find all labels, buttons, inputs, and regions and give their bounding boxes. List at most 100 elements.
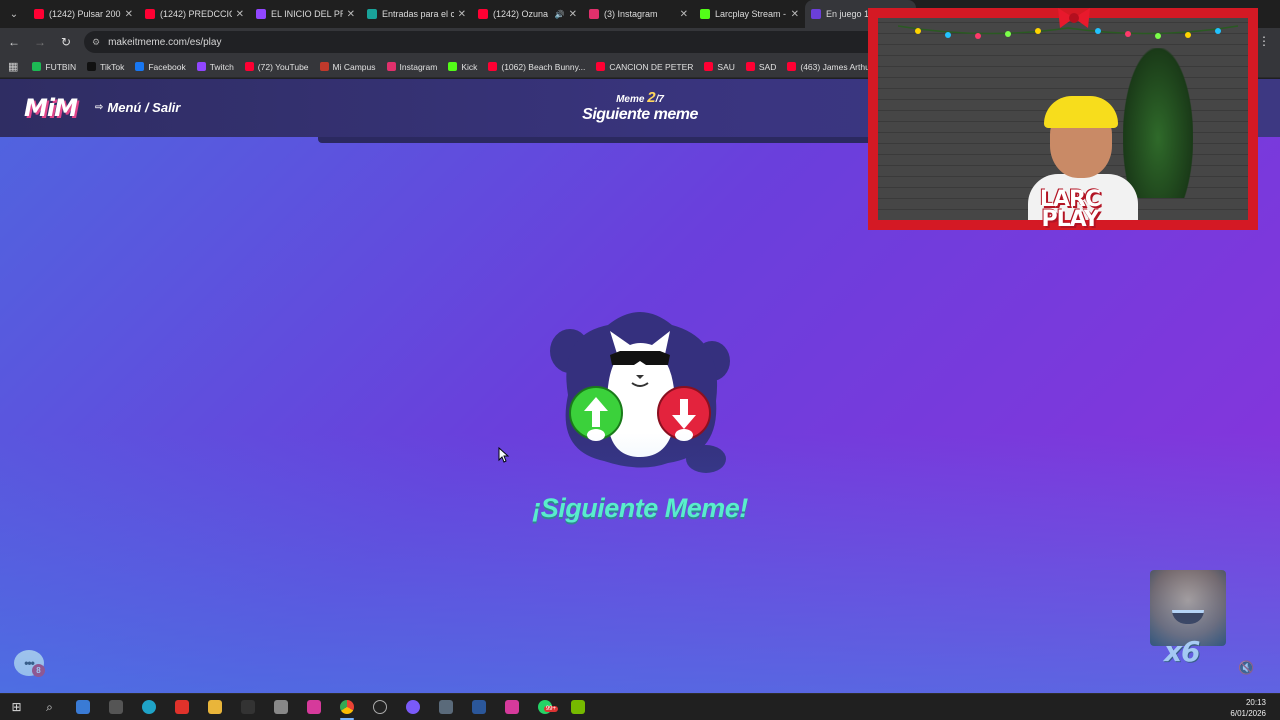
tab-close-icon[interactable]: ✕ — [458, 9, 466, 20]
bookmark-item[interactable]: Instagram — [386, 61, 438, 72]
nvidia-icon[interactable] — [561, 694, 594, 720]
bookmark-favicon-icon — [704, 62, 714, 71]
whatsapp-badge: 99+ — [543, 705, 558, 712]
address-bar[interactable]: ⚙ makeitmeme.com/es/play — [84, 31, 884, 53]
browser-tab[interactable]: EL INICIO DEL PR ✕ — [250, 0, 361, 28]
bookmark-favicon-icon — [244, 62, 254, 71]
meme-counter: Meme 2/7 — [560, 89, 720, 106]
tab-close-icon[interactable]: ✕ — [347, 9, 355, 20]
larcplay-logo: LARC PLAY — [1039, 187, 1101, 232]
bookmark-label: SAU — [717, 61, 735, 72]
bookmark-label: (1062) Beach Bunny... — [501, 61, 586, 72]
bookmark-item[interactable]: TikTok — [87, 62, 124, 72]
tab-audio-icon[interactable]: 🔊 — [555, 10, 565, 19]
clock-time: 20:13 — [1245, 698, 1266, 707]
streamer-webcam-overlay: LARC PLAY — [868, 8, 1258, 232]
browser-tab[interactable]: (1242) Pulsar 200 ✕ — [28, 0, 139, 28]
meme-counter-total: /7 — [655, 94, 664, 105]
chrome-icon[interactable] — [330, 694, 363, 720]
browser-tab[interactable]: Larcplay Stream - ✕ — [694, 0, 805, 28]
edge-icon[interactable] — [132, 694, 165, 720]
search-icon[interactable]: ⌕ — [33, 694, 66, 720]
mouse-cursor-icon — [498, 447, 510, 463]
word-icon[interactable] — [462, 694, 495, 720]
bookmark-favicon-icon — [87, 62, 97, 71]
pink-app-2-icon[interactable] — [495, 694, 528, 720]
tab-close-icon[interactable]: ✕ — [569, 9, 577, 20]
bookmark-item[interactable]: Twitch — [196, 62, 234, 72]
back-icon[interactable]: ← — [2, 30, 26, 54]
bookmark-favicon-icon — [386, 62, 396, 71]
round-title: Siguiente meme — [582, 106, 698, 123]
bookmark-favicon-icon — [32, 62, 42, 71]
bookmark-favicon-icon — [448, 62, 458, 71]
site-info-icon[interactable]: ⚙ — [92, 37, 100, 48]
tab-favicon-icon — [700, 9, 710, 19]
bookmark-item[interactable]: Facebook — [135, 61, 186, 72]
bookmark-favicon-icon — [488, 62, 498, 71]
reaction-multiplier: x6 — [1164, 635, 1201, 668]
bookmark-label: CANCION DE PETER — [609, 61, 694, 72]
tab-favicon-icon — [145, 9, 155, 19]
bookmark-item[interactable]: SAD — [745, 62, 776, 72]
bookmark-label: Instagram — [399, 61, 438, 72]
tab-close-icon[interactable]: ✕ — [680, 9, 688, 20]
forward-icon[interactable]: → — [28, 30, 52, 54]
browser-tab[interactable]: Entradas para el c ✕ — [361, 0, 472, 28]
browser-tab[interactable]: (1242) PREDCCIO ✕ — [139, 0, 250, 28]
meme-counter-prefix: Meme — [616, 94, 648, 105]
file-explorer-icon[interactable] — [198, 694, 231, 720]
calculator-icon[interactable] — [429, 694, 462, 720]
feather-app-icon[interactable] — [264, 694, 297, 720]
menu-exit-button[interactable]: ⇨ Menú / Salir — [95, 100, 180, 115]
bookmark-favicon-icon — [135, 62, 145, 71]
menu-exit-label: Menú / Salir — [107, 100, 181, 115]
bookmark-favicon-icon — [787, 62, 797, 71]
bookmark-item[interactable]: Mi Campus — [319, 62, 376, 72]
browser-tab[interactable]: (3) Instagram ✕ — [583, 0, 694, 28]
apps-grid-icon[interactable]: ▦ — [8, 60, 18, 73]
volume-mute-icon[interactable]: 🔇 — [1238, 660, 1254, 676]
mim-logo[interactable]: MiM — [24, 94, 78, 122]
windows-taskbar: ⊞ ⌕ 99+ 20:13 6/01/2026 — [0, 693, 1280, 720]
bookmark-item[interactable]: FUTBIN — [32, 62, 76, 72]
tab-favicon-icon — [589, 9, 599, 19]
chat-app-icon[interactable] — [396, 694, 429, 720]
bookmark-item[interactable]: (1062) Beach Bunny... — [488, 62, 585, 72]
bookmark-item[interactable]: Kick — [448, 62, 477, 72]
bookmark-favicon-icon — [596, 62, 606, 71]
whatsapp-icon[interactable]: 99+ — [528, 694, 561, 720]
tab-close-icon[interactable]: ✕ — [791, 9, 799, 20]
store-icon[interactable] — [66, 694, 99, 720]
bookmark-label: Facebook — [148, 61, 186, 72]
system-clock[interactable]: 20:13 6/01/2026 — [1230, 697, 1266, 719]
tab-title: (3) Instagram — [604, 9, 658, 19]
bookmark-item[interactable]: (72) YouTube — [244, 62, 309, 72]
bookmark-label: TikTok — [100, 61, 125, 72]
tab-title: (1242) PREDCCIO — [160, 9, 232, 19]
bookmark-item[interactable]: SAU — [704, 61, 735, 72]
meme-counter-current: 2 — [647, 89, 656, 106]
cat-app-icon[interactable] — [99, 694, 132, 720]
tab-favicon-icon — [478, 9, 488, 19]
tab-search-icon[interactable]: ⌄ — [0, 0, 28, 28]
browser-tab[interactable]: (1242) Ozuna 🔊 ✕ — [472, 0, 583, 28]
exit-icon: ⇨ — [95, 102, 104, 113]
g-app-icon[interactable] — [231, 694, 264, 720]
tab-title: (1242) Pulsar 200 — [49, 9, 121, 19]
tab-title: EL INICIO DEL PR — [271, 9, 343, 19]
tab-close-icon[interactable]: ✕ — [236, 9, 244, 20]
bookmark-item[interactable]: CANCION DE PETER — [596, 62, 693, 72]
obs-icon[interactable] — [363, 694, 396, 720]
pink-app-icon[interactable] — [297, 694, 330, 720]
tab-favicon-icon — [367, 9, 377, 19]
start-icon[interactable]: ⊞ — [0, 694, 33, 720]
cat-mascot-icon — [550, 312, 730, 473]
tab-close-icon[interactable]: ✕ — [125, 9, 133, 20]
record-app-icon[interactable] — [165, 694, 198, 720]
bookmark-label: FUTBIN — [45, 61, 77, 72]
browser-menu-icon[interactable]: ⋮ — [1258, 34, 1270, 48]
next-meme-heading: ¡Siguiente Meme! — [532, 493, 748, 523]
reload-icon[interactable]: ↻ — [54, 30, 78, 54]
tab-favicon-icon — [811, 9, 821, 19]
